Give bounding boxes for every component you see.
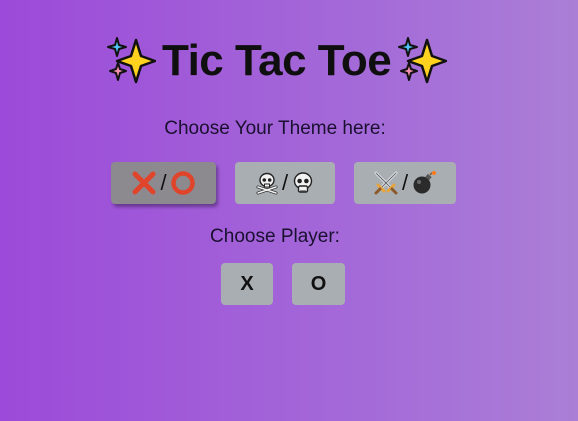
player-x-button[interactable]: X: [221, 263, 273, 305]
title-row: Tic Tac Toe: [106, 34, 448, 88]
theme-separator: /: [401, 170, 409, 195]
theme-label: Choose Your Theme here:: [164, 118, 386, 139]
hollow-circle-icon: [170, 170, 196, 196]
player-o-button[interactable]: O: [292, 263, 345, 305]
crossed-swords-icon: [373, 170, 399, 196]
theme-options: / / /: [0, 162, 578, 206]
page-title: Tic Tac Toe: [162, 36, 392, 85]
theme-button-x-o[interactable]: /: [111, 162, 216, 204]
theme-button-swords-bomb[interactable]: /: [354, 162, 456, 204]
sparkles-icon: [106, 36, 156, 86]
bomb-icon: [411, 170, 437, 196]
skull-icon: [291, 171, 315, 195]
theme-button-skulls[interactable]: /: [235, 162, 335, 204]
skull-crossbones-icon: [255, 171, 279, 195]
theme-separator: /: [281, 170, 289, 195]
player-label: Choose Player:: [210, 226, 340, 247]
theme-separator: /: [160, 170, 167, 195]
sparkles-icon: [397, 36, 448, 86]
cross-mark-icon: [131, 170, 157, 196]
